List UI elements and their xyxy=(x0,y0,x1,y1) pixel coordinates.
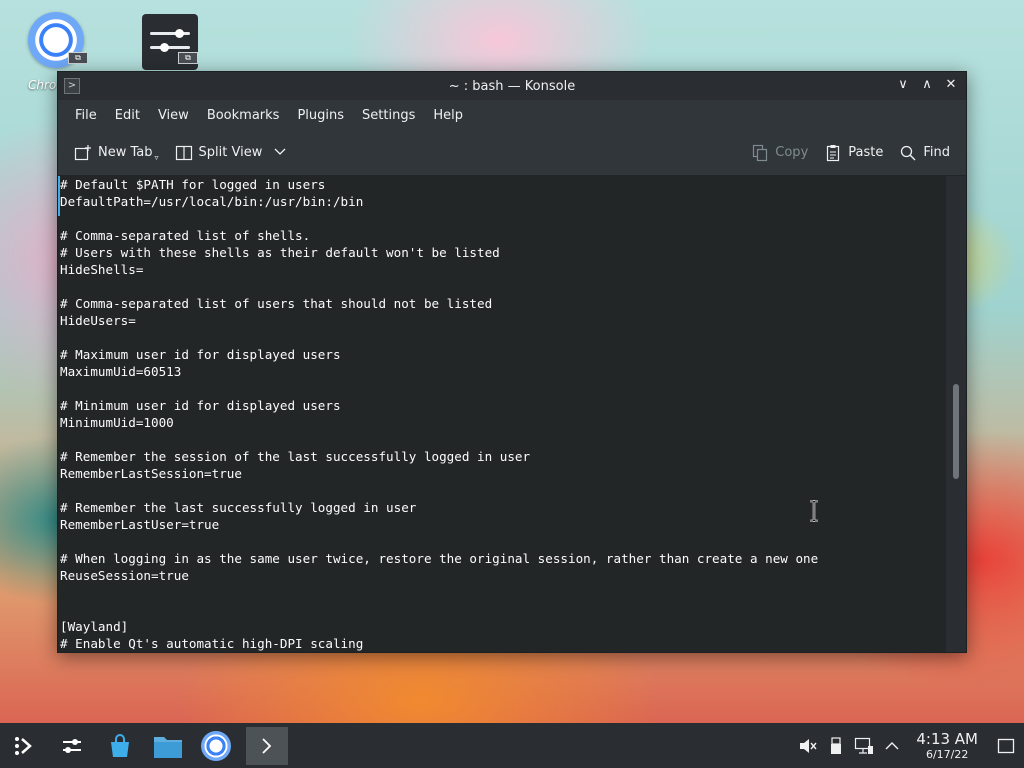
menu-help[interactable]: Help xyxy=(424,104,472,127)
terminal-line: MinimumUid=1000 xyxy=(60,415,174,430)
terminal-line: # Comma-separated list of users that sho… xyxy=(60,296,493,311)
system-tray: 4:13 AM 6/17/22 xyxy=(794,723,1024,768)
expand-tray-icon[interactable] xyxy=(878,723,906,768)
split-view-icon xyxy=(175,144,193,162)
taskbar: 4:13 AM 6/17/22 xyxy=(0,723,1024,768)
find-button[interactable]: Find xyxy=(891,138,958,168)
show-desktop-button[interactable] xyxy=(988,723,1024,768)
terminal-line: [Wayland] xyxy=(60,619,129,634)
taskbar-discover[interactable] xyxy=(96,723,144,768)
usb-device-icon[interactable] xyxy=(822,723,850,768)
taskbar-konsole[interactable] xyxy=(246,726,288,765)
terminal-line: # Default $PATH for logged in users xyxy=(60,177,326,192)
close-button[interactable]: ✕ xyxy=(942,76,960,94)
terminal-line: # Users with these shells as their defau… xyxy=(60,245,500,260)
terminal-line: HideShells= xyxy=(60,262,144,277)
terminal-line: # Maximum user id for displayed users xyxy=(60,347,341,362)
chrome-desktop-label: Chro xyxy=(28,78,57,92)
terminal-line: # Minimum user id for displayed users xyxy=(60,398,341,413)
terminal-line: # Comma-separated list of shells. xyxy=(60,228,311,243)
terminal-line: ReuseSession=true xyxy=(60,568,189,583)
clock-date: 6/17/22 xyxy=(925,748,969,761)
terminal-line: # Remember the session of the last succe… xyxy=(60,449,531,464)
terminal-scrollbar[interactable] xyxy=(946,176,966,652)
copy-label: Copy xyxy=(775,145,809,160)
konsole-icon xyxy=(262,737,272,754)
link-badge-icon: ⧉ xyxy=(178,52,198,64)
menu-view[interactable]: View xyxy=(149,104,198,127)
window-title: ~ : bash — Konsole xyxy=(448,78,576,94)
taskbar-chrome[interactable] xyxy=(192,723,240,768)
paste-button[interactable]: Paste xyxy=(816,138,891,168)
menu-file[interactable]: File xyxy=(66,104,106,127)
app-launcher-button[interactable] xyxy=(0,723,48,768)
clock[interactable]: 4:13 AM 6/17/22 xyxy=(906,730,988,761)
terminal-line: # When logging in as the same user twice… xyxy=(60,551,819,566)
copy-button[interactable]: Copy xyxy=(743,138,816,168)
show-desktop-icon xyxy=(997,738,1015,753)
toolbar: New Tab ▿ Split View Copy Paste Find xyxy=(58,130,966,176)
menu-settings[interactable]: Settings xyxy=(353,104,424,127)
maximize-button[interactable]: ∧ xyxy=(918,76,936,94)
menu-bookmarks[interactable]: Bookmarks xyxy=(198,104,289,127)
folder-icon xyxy=(154,736,182,758)
split-view-button[interactable]: Split View xyxy=(167,138,295,168)
volume-muted-icon[interactable] xyxy=(794,723,822,768)
link-badge-icon: ⧉ xyxy=(68,52,88,64)
chrome-icon xyxy=(201,730,231,761)
chevron-down-icon[interactable] xyxy=(274,145,286,160)
terminal-line: HideUsers= xyxy=(60,313,136,328)
paste-label: Paste xyxy=(848,145,884,160)
konsole-app-icon[interactable]: > xyxy=(64,78,80,94)
text-cursor-icon xyxy=(808,499,820,523)
search-icon xyxy=(899,144,917,162)
selection-marker xyxy=(58,176,60,216)
new-tab-icon xyxy=(74,144,92,162)
menu-edit[interactable]: Edit xyxy=(106,104,149,127)
terminal-line: RememberLastSession=true xyxy=(60,466,242,481)
settings-icon xyxy=(59,732,85,759)
konsole-window: > ~ : bash — Konsole ∨ ∧ ✕ File Edit Vie… xyxy=(57,71,967,653)
minimize-button[interactable]: ∨ xyxy=(894,76,912,94)
taskbar-dolphin[interactable] xyxy=(144,723,192,768)
terminal-line: MaximumUid=60513 xyxy=(60,364,182,379)
network-icon[interactable] xyxy=(850,723,878,768)
menu-bar: File Edit View Bookmarks Plugins Setting… xyxy=(58,100,966,130)
terminal-line: DefaultPath=/usr/local/bin:/usr/bin:/bin xyxy=(60,194,364,209)
scrollbar-thumb[interactable] xyxy=(953,384,959,479)
find-label: Find xyxy=(923,145,950,160)
new-tab-label: New Tab xyxy=(98,145,153,160)
store-bag-icon xyxy=(111,733,129,757)
taskbar-settings[interactable] xyxy=(48,723,96,768)
title-bar[interactable]: > ~ : bash — Konsole ∨ ∧ ✕ xyxy=(58,72,966,100)
clock-time: 4:13 AM xyxy=(916,730,978,748)
chevron-down-icon[interactable]: ▿ xyxy=(155,153,159,162)
paste-icon xyxy=(824,144,842,162)
copy-icon xyxy=(751,144,769,162)
launcher-icon xyxy=(15,736,32,755)
split-view-label: Split View xyxy=(198,145,263,160)
new-tab-button[interactable]: New Tab ▿ xyxy=(66,137,167,168)
terminal-line: # Enable Qt's automatic high-DPI scaling xyxy=(60,636,364,651)
terminal-area[interactable]: # Default $PATH for logged in users Defau… xyxy=(58,176,948,652)
menu-plugins[interactable]: Plugins xyxy=(288,104,353,127)
